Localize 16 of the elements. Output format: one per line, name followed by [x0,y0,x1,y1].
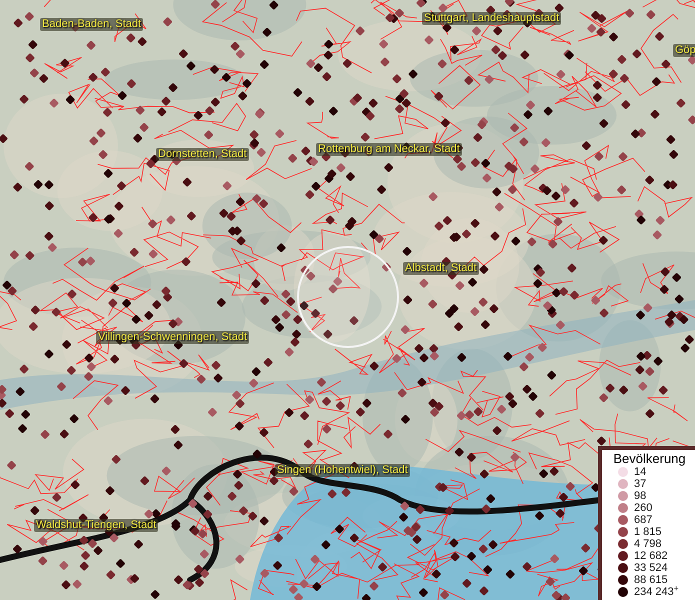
legend-value: 4 798 [634,538,662,550]
legend-value: 12 682 [634,550,668,562]
legend-value: 260 [634,502,652,514]
legend-value: 88 615 [634,574,668,586]
legend-value: 14 [634,466,646,478]
legend-value: 1 815 [634,526,662,538]
legend-title: Bevölkerung [612,452,687,466]
legend-value: 234 243$^{+}$ [634,586,679,598]
legend-value: 98 [634,490,646,502]
place-label: Göp [673,44,695,57]
legend-value: 33 524 [634,562,668,574]
legend-value: 687 [634,514,652,526]
place-label: Baden-Baden, Stadt [40,18,144,31]
place-label: Villingen-Schwenningen, Stadt [96,331,250,344]
legend-value: 37 [634,478,646,490]
place-label: Singen (Hohentwiel), Stadt [275,464,410,477]
